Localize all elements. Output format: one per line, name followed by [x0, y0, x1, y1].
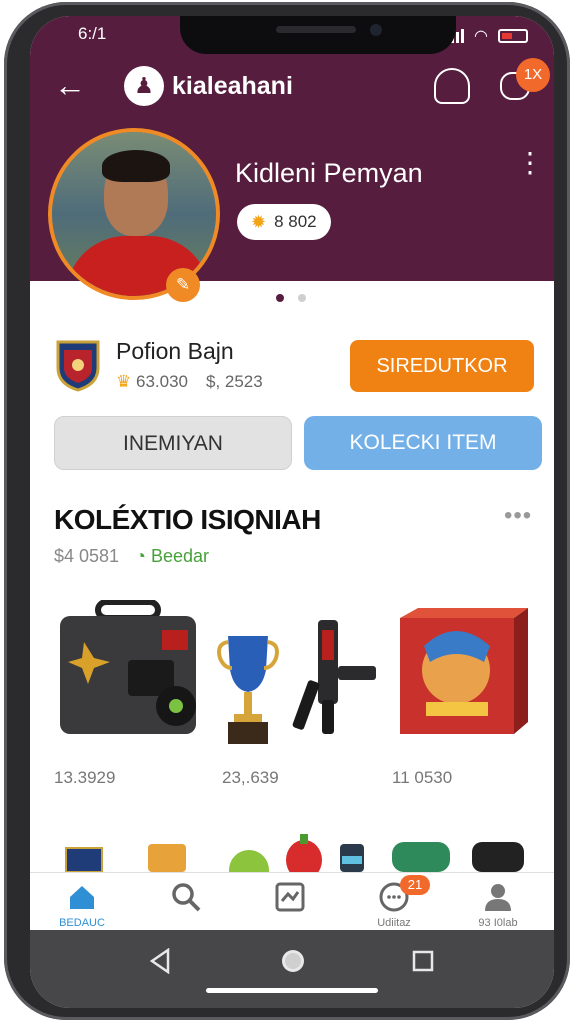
club-action-button[interactable]: SIREDUTKOR — [350, 340, 534, 392]
phone-frame: 6:/1 ◠ ← ♟ kialeahani Kidleni Pemyan ✹ 8… — [4, 2, 570, 1020]
nav-updates-label: Udiitaz — [377, 917, 411, 929]
updates-badge: 21 — [400, 875, 430, 895]
edit-avatar-icon[interactable]: ✎ — [166, 268, 200, 302]
collection-row-2 — [30, 832, 554, 872]
collection-value: $4 0581 — [54, 546, 120, 566]
profile-icon — [485, 884, 511, 911]
nav-home[interactable]: BEDAUC — [30, 873, 134, 931]
home-indicator[interactable] — [206, 988, 378, 993]
nav-home-label: BEDAUC — [59, 917, 105, 929]
nav-gallery[interactable] — [238, 873, 342, 931]
app-name: kialeahani — [172, 72, 293, 100]
system-recents-icon[interactable] — [412, 950, 434, 972]
kit-case-icon[interactable] — [54, 600, 200, 744]
club-money: $, 2523 — [205, 372, 263, 391]
battery-icon — [498, 29, 528, 43]
club-shield-icon — [56, 340, 100, 392]
user-icon[interactable] — [434, 68, 470, 104]
coins-icon: ♛ — [116, 372, 132, 391]
status-time: 6:/1 — [78, 24, 107, 43]
collection-title: KOLÉXTIO ISIQNIAH — [54, 504, 321, 535]
notch — [180, 16, 456, 54]
club-coins: ♛ 63.030 — [116, 372, 188, 392]
screen: 6:/1 ◠ ← ♟ kialeahani Kidleni Pemyan ✹ 8… — [30, 16, 554, 1008]
item-price: 11 0530 — [392, 768, 453, 787]
strawberry-item-icon[interactable] — [282, 834, 326, 872]
system-nav-bar — [30, 930, 554, 1008]
nav-updates[interactable]: 21 Udiitaz — [342, 873, 446, 931]
search-icon — [172, 883, 201, 912]
collection-items — [30, 596, 554, 746]
carousel-dots — [276, 294, 306, 302]
club-stats: ♛ 63.030 $, 2523 — [116, 372, 263, 392]
profile-name: Kidleni Pemyan — [235, 158, 423, 188]
points-badge: ✹ 8 802 — [237, 204, 331, 240]
melon-item-icon[interactable] — [228, 848, 270, 872]
carousel-dot[interactable] — [298, 294, 306, 302]
art-box-icon[interactable] — [398, 606, 528, 738]
wifi-icon: ◠ — [474, 28, 488, 45]
bottom-nav: BEDAUC 21 Udiitaz 93 I0lab — [30, 872, 554, 930]
gallery-icon — [275, 882, 305, 912]
nav-profile-label: 93 I0lab — [478, 917, 518, 929]
tab-inemiyan[interactable]: INEMIYAN — [54, 416, 292, 470]
speaker — [276, 26, 356, 33]
collection-more-icon[interactable]: ••• — [504, 502, 532, 530]
cup-item-icon[interactable] — [140, 842, 194, 872]
bottle-item-icon[interactable] — [336, 842, 368, 872]
points-value: 8 802 — [274, 212, 317, 231]
app-logo-icon: ♟ — [124, 66, 164, 106]
handle-item-icon[interactable] — [468, 836, 528, 872]
item-price: 13.3929 — [54, 768, 116, 787]
tab-kolecki-item[interactable]: KOLECKI ITEM — [304, 416, 542, 470]
star-icon: ✹ — [251, 211, 267, 232]
home-icon — [70, 886, 94, 909]
carousel-dot[interactable] — [276, 294, 284, 302]
notification-badge[interactable]: 1X — [516, 58, 550, 92]
trophy-icon[interactable] — [216, 630, 280, 748]
top-bar: ← ♟ kialeahani — [30, 66, 554, 106]
system-back-icon[interactable] — [148, 948, 172, 974]
status-icons: ◠ — [446, 26, 528, 46]
nav-profile[interactable]: 93 I0lab — [446, 873, 550, 931]
item-price: 23,.639 — [222, 768, 279, 787]
flask-item-icon[interactable] — [388, 838, 454, 872]
club-coins-value: 63.030 — [135, 372, 188, 391]
collection-subtitle: $4 0581 ◔ Beedar — [54, 546, 209, 567]
collection-status-label: Beedar — [150, 546, 209, 566]
collection-status: ◔ Beedar — [135, 546, 209, 566]
system-home-icon[interactable] — [280, 948, 306, 974]
nav-search[interactable] — [134, 873, 238, 931]
blaster-icon[interactable] — [292, 610, 382, 736]
shield-item-icon[interactable] — [64, 846, 104, 872]
avatar-hair — [102, 150, 170, 182]
club-name: Pofion Bajn — [116, 338, 234, 364]
back-arrow-icon[interactable]: ← — [54, 68, 86, 102]
more-options-icon[interactable]: ⋮ — [516, 149, 544, 177]
camera-icon — [370, 24, 382, 36]
